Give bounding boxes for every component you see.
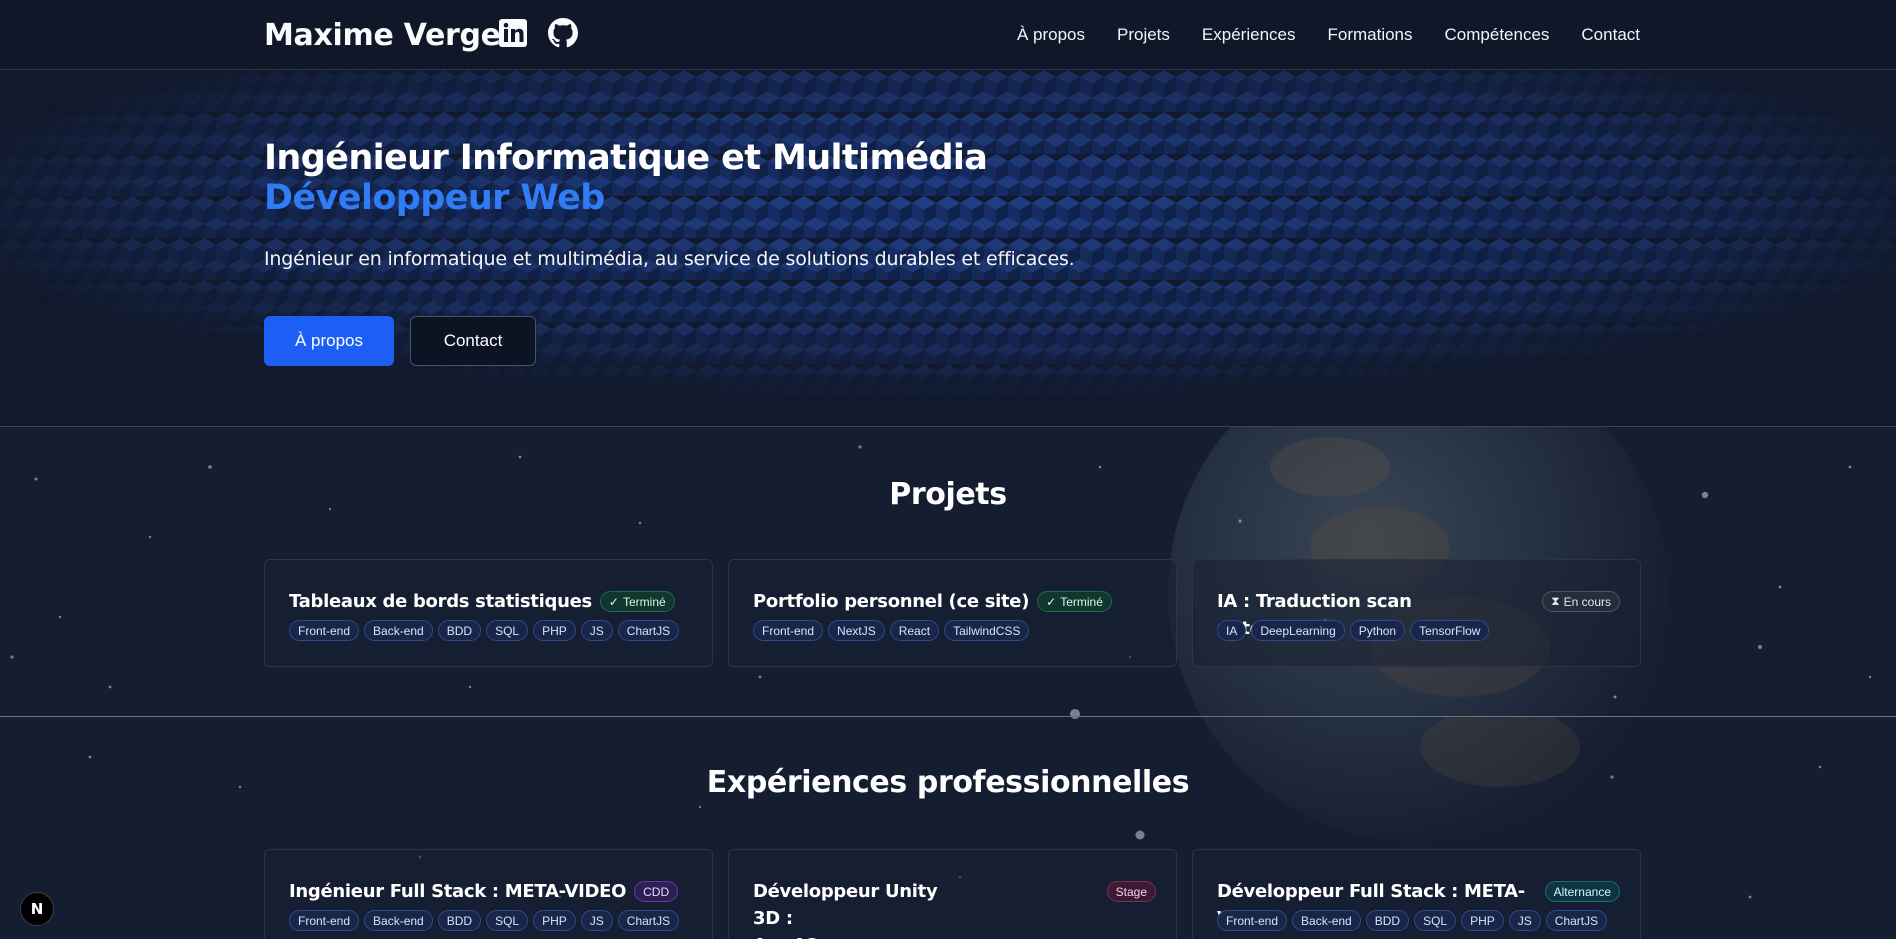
- projects-title: Projets: [889, 477, 1007, 512]
- tag: DeepLearning: [1251, 620, 1345, 641]
- tag-list: Front-end Back-end BDD SQL PHP JS ChartJ…: [1217, 910, 1627, 931]
- tag: TensorFlow: [1410, 620, 1490, 641]
- projects-section: Projets Tableaux de bords statistiques ✓…: [0, 427, 1896, 717]
- nav-link-experiences[interactable]: Expériences: [1202, 25, 1296, 45]
- tag: PHP: [533, 910, 576, 931]
- status-badge: ✓ Terminé: [1037, 591, 1112, 612]
- tag: ChartJS: [617, 620, 680, 641]
- hero-title: Ingénieur Informatique et Multimédia: [264, 138, 988, 178]
- hourglass-icon: ⧗: [1551, 594, 1560, 608]
- tag: Back-end: [364, 620, 433, 641]
- check-icon: ✓: [1046, 594, 1057, 609]
- tag: JS: [580, 910, 613, 931]
- contract-badge: CDD: [634, 881, 679, 902]
- github-icon[interactable]: [548, 18, 578, 48]
- nextjs-dev-indicator[interactable]: N: [20, 892, 54, 926]
- tag-list: Front-end Back-end BDD SQL PHP JS ChartJ…: [289, 910, 699, 931]
- tag-list: Front-end Back-end BDD SQL PHP JS ChartJ…: [289, 620, 699, 641]
- tag: NextJS: [828, 620, 885, 641]
- tag: JS: [580, 620, 613, 641]
- nav-link-a-propos[interactable]: À propos: [1017, 25, 1085, 45]
- experience-title: Ingénieur Full Stack : META-VIDEO: [289, 881, 627, 902]
- status-badge: ⧗ En cours: [1542, 591, 1620, 612]
- experiences-section: Expériences professionnelles Ingénieur F…: [0, 717, 1896, 939]
- tag: ChartJS: [617, 910, 680, 931]
- tag: Front-end: [289, 620, 360, 641]
- check-icon: ✓: [608, 594, 619, 609]
- experience-card[interactable]: Développeur Full Stack : META-VIDEO Alte…: [1192, 849, 1641, 939]
- nav-link-contact[interactable]: Contact: [1581, 25, 1640, 45]
- experience-card[interactable]: Ingénieur Full Stack : META-VIDEO CDD Fr…: [264, 849, 713, 939]
- project-card[interactable]: Portfolio personnel (ce site) ✓ Terminé F…: [728, 559, 1177, 667]
- tag: PHP: [533, 620, 576, 641]
- tag: SQL: [486, 620, 529, 641]
- contract-badge: Alternance: [1544, 881, 1620, 902]
- linkedin-icon[interactable]: [498, 18, 528, 48]
- status-badge: ✓ Terminé: [599, 591, 675, 612]
- contact-button[interactable]: Contact: [410, 316, 536, 366]
- site-brand[interactable]: Maxime Verger: [264, 18, 516, 53]
- tag: BDD: [437, 910, 482, 931]
- project-title: Portfolio personnel (ce site): [753, 591, 1030, 612]
- experience-title: Développeur Unity 3D : App4Convergence: [753, 881, 938, 939]
- tag: Python: [1349, 620, 1406, 641]
- contract-badge: Stage: [1106, 881, 1156, 902]
- tag: SQL: [486, 910, 529, 931]
- tag: SQL: [1414, 910, 1457, 931]
- hero-section: Ingénieur Informatique et Multimédia Dév…: [0, 70, 1896, 427]
- nav-link-projets[interactable]: Projets: [1117, 25, 1170, 45]
- about-button[interactable]: À propos: [264, 316, 394, 366]
- project-card[interactable]: Tableaux de bords statistiques ✓ Terminé …: [264, 559, 713, 667]
- nav-link-competences[interactable]: Compétences: [1445, 25, 1550, 45]
- tag-list: IA DeepLearning Python TensorFlow: [1217, 620, 1627, 641]
- tag: JS: [1508, 910, 1541, 931]
- experience-card[interactable]: Développeur Unity 3D : App4Convergence S…: [728, 849, 1177, 939]
- tag: PHP: [1461, 910, 1504, 931]
- tag: IA: [1217, 620, 1247, 641]
- tag: BDD: [437, 620, 482, 641]
- tag: Front-end: [753, 620, 824, 641]
- tag: Back-end: [1292, 910, 1361, 931]
- main-nav: À propos Projets Expériences Formations …: [1017, 25, 1640, 45]
- tag: ChartJS: [1545, 910, 1608, 931]
- experiences-title: Expériences professionnelles: [706, 765, 1190, 800]
- tag: Front-end: [1217, 910, 1288, 931]
- tag-list: Front-end NextJS React TailwindCSS: [753, 620, 1163, 641]
- tag: Front-end: [289, 910, 360, 931]
- top-navbar: Maxime Verger À propos Projets Expérienc…: [0, 0, 1896, 70]
- nav-link-formations[interactable]: Formations: [1327, 25, 1412, 45]
- hero-subtitle: Développeur Web: [264, 178, 605, 218]
- tag: BDD: [1365, 910, 1410, 931]
- project-card[interactable]: IA : Traduction scan automatisée ⧗En cou…: [1192, 559, 1641, 667]
- tag: TailwindCSS: [944, 620, 1030, 641]
- tag: React: [889, 620, 940, 641]
- tag: Back-end: [364, 910, 433, 931]
- project-title: Tableaux de bords statistiques: [289, 591, 592, 612]
- hero-description: Ingénieur en informatique et multimédia,…: [264, 248, 1075, 270]
